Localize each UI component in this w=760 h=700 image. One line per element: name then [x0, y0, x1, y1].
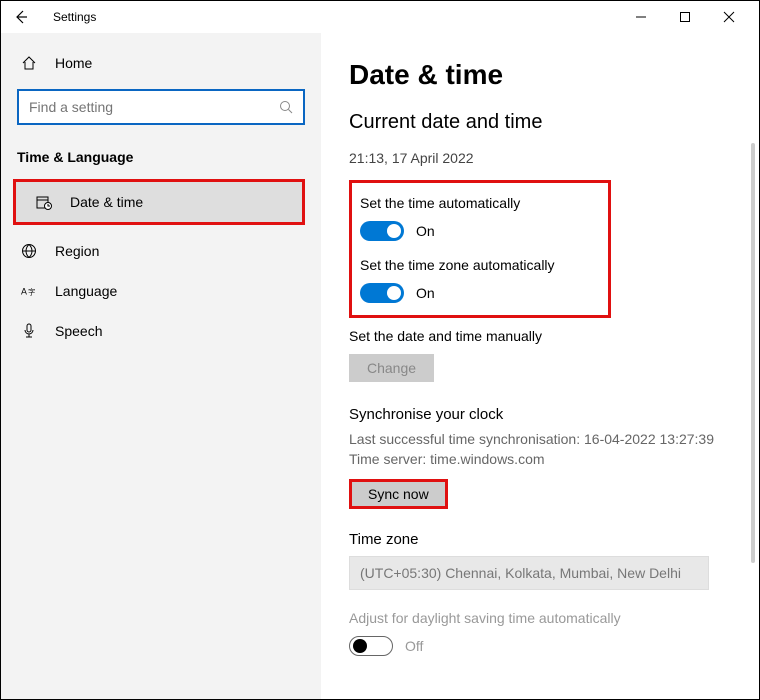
search-input[interactable] — [17, 89, 305, 125]
auto-tz-toggle[interactable] — [360, 283, 404, 303]
titlebar: Settings — [1, 1, 759, 33]
arrow-left-icon — [13, 9, 29, 25]
maximize-button[interactable] — [663, 2, 707, 32]
page-title: Date & time — [349, 59, 729, 91]
globe-icon — [21, 243, 37, 259]
calendar-clock-icon — [36, 194, 52, 210]
search-icon — [279, 100, 293, 114]
dst-label: Adjust for daylight saving time automati… — [349, 610, 729, 626]
sidebar-item-label: Date & time — [70, 194, 143, 210]
auto-time-state: On — [416, 223, 435, 239]
search-field[interactable] — [29, 99, 279, 115]
section-header: Time & Language — [1, 137, 321, 179]
section-current: Current date and time — [349, 111, 729, 134]
sidebar-item-region[interactable]: Region — [1, 231, 321, 271]
close-button[interactable] — [707, 2, 751, 32]
dst-state: Off — [405, 638, 423, 654]
sidebar-item-date-time[interactable]: Date & time — [16, 182, 302, 222]
language-icon: A字 — [21, 283, 37, 299]
home-nav[interactable]: Home — [1, 45, 321, 81]
auto-time-toggle[interactable] — [360, 221, 404, 241]
sidebar-item-language[interactable]: A字 Language — [1, 271, 321, 311]
microphone-icon — [21, 323, 37, 339]
sidebar-item-label: Speech — [55, 323, 102, 339]
auto-time-label: Set the time automatically — [360, 195, 600, 211]
highlight-date-time: Date & time — [13, 179, 305, 225]
sync-last: Last successful time synchronisation: 16… — [349, 431, 729, 447]
scrollbar[interactable] — [751, 143, 755, 563]
minimize-button[interactable] — [619, 2, 663, 32]
timezone-select: (UTC+05:30) Chennai, Kolkata, Mumbai, Ne… — [349, 556, 709, 590]
highlight-auto-toggles: Set the time automatically On Set the ti… — [349, 180, 611, 318]
manual-label: Set the date and time manually — [349, 328, 729, 344]
home-icon — [21, 55, 37, 71]
close-icon — [723, 11, 735, 23]
auto-tz-state: On — [416, 285, 435, 301]
tz-label: Time zone — [349, 531, 729, 548]
svg-text:A: A — [21, 287, 27, 297]
sync-server: Time server: time.windows.com — [349, 451, 729, 467]
sync-title: Synchronise your clock — [349, 406, 729, 423]
svg-text:字: 字 — [28, 288, 35, 297]
sidebar-item-label: Region — [55, 243, 99, 259]
dst-toggle — [349, 636, 393, 656]
minimize-icon — [635, 11, 647, 23]
sync-now-button[interactable]: Sync now — [349, 479, 448, 509]
current-datetime: 21:13, 17 April 2022 — [349, 150, 729, 166]
sidebar-item-speech[interactable]: Speech — [1, 311, 321, 351]
home-label: Home — [55, 55, 92, 71]
maximize-icon — [679, 11, 691, 23]
sidebar-item-label: Language — [55, 283, 117, 299]
auto-tz-label: Set the time zone automatically — [360, 257, 600, 273]
sidebar: Home Time & Language Date & time — [1, 33, 321, 699]
main-content: Date & time Current date and time 21:13,… — [321, 33, 759, 699]
change-button: Change — [349, 354, 434, 382]
window-title: Settings — [53, 10, 96, 24]
back-button[interactable] — [9, 5, 33, 29]
